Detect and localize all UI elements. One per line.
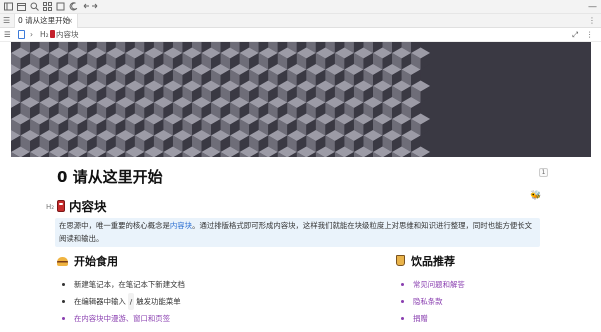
heading-content-block[interactable]: 内容块 [57,198,107,215]
burger-icon [57,257,68,266]
breadcrumb-heading-level[interactable]: H₂ [40,29,49,41]
slash-key: / [127,293,135,310]
callout-text-before: 在思源中，唯一重要的核心概念是 [59,221,170,230]
tab-label: 0 请从这里开始 [18,16,71,25]
section-heading-drinks[interactable]: 饮品推荐 [396,254,455,270]
redo-icon[interactable] [90,2,99,11]
square-icon[interactable] [56,2,65,11]
callout-block[interactable]: 在思源中，唯一重要的核心概念是内容块。通过排版格式即可形成内容块，这样我们就能在… [55,218,540,247]
list-item-donate[interactable]: 捐赠 [396,310,465,327]
moon-icon[interactable] [69,2,78,11]
callout-highlight-link[interactable]: 内容块 [170,221,192,230]
list-item[interactable]: 在内容块中漫游、窗口和页签 [57,310,185,327]
document-icon[interactable] [18,30,25,39]
content-block-icon [57,200,65,212]
tab-bar: ☰ 0 请从这里开始 × ⋮ [0,14,601,28]
backlink-count-badge[interactable]: 1 [539,168,548,177]
list-item-link[interactable]: 隐私条款 [413,297,443,306]
beer-icon [396,255,405,266]
sidebar-toggle-icon[interactable] [4,2,13,11]
cube-pattern [11,42,431,157]
close-icon[interactable]: × [67,15,73,27]
section-heading-text: 开始食用 [74,255,118,268]
expand-icon[interactable]: ⤢ [572,29,578,41]
heading-text: 内容块 [69,199,107,214]
block-icon [50,30,55,38]
list-item-text: 触发功能菜单 [136,297,181,306]
search-icon[interactable] [30,2,39,11]
getting-started-list: 新建笔记本，在笔记本下新建文档 在编辑器中输入 / 触发功能菜单 在内容块中漫游、窗… [57,276,185,327]
list-item-privacy[interactable]: 隐私条款 [396,293,465,310]
section-heading-text: 饮品推荐 [411,255,455,268]
list-item-link[interactable]: 捐赠 [413,314,428,323]
minimize-button[interactable]: — [588,1,597,13]
breadcrumb-item-block[interactable]: 内容块 [50,29,79,41]
heading-level-label: H₂ [46,203,55,211]
list-item[interactable]: 在编辑器中输入 / 触发功能菜单 [57,293,185,310]
section-heading-getting-started[interactable]: 开始食用 [57,254,118,270]
calendar-icon[interactable] [17,2,26,11]
breadcrumb-separator: › [30,30,33,39]
list-item[interactable]: 新建笔记本，在笔记本下新建文档 [57,276,185,293]
document-body: 0 请从这里开始 1 🐝 H₂ 内容块 在思源中，唯一重要的核心概念是内容块。通… [11,157,591,332]
breadcrumb: ☰ › H₂ 内容块 ⤢ ⋮ [0,28,601,42]
grid-icon[interactable] [43,2,52,11]
outline-icon[interactable]: ☰ [4,29,11,41]
breadcrumb-block-label: 内容块 [56,30,79,39]
bee-icon: 🐝 [530,191,542,201]
document-banner[interactable] [11,42,591,157]
list-item-link[interactable]: 常见问题和解答 [413,280,465,289]
list-item-text: 新建笔记本，在笔记本下新建文档 [74,280,185,289]
more-icon[interactable]: ⋮ [588,15,596,27]
list-item-link[interactable]: 在内容块中漫游、窗口和页签 [74,314,170,323]
tab-start-here[interactable]: 0 请从这里开始 × [14,14,78,28]
menu-icon[interactable]: ☰ [3,15,10,27]
list-item-faq[interactable]: 常见问题和解答 [396,276,465,293]
title-bar: — [0,0,601,14]
drinks-list: 常见问题和解答 隐私条款 捐赠 [396,276,465,327]
page-title[interactable]: 0 请从这里开始 [57,167,163,187]
list-item-text: 在编辑器中输入 [74,297,126,306]
more-options-icon[interactable]: ⋮ [586,29,594,41]
